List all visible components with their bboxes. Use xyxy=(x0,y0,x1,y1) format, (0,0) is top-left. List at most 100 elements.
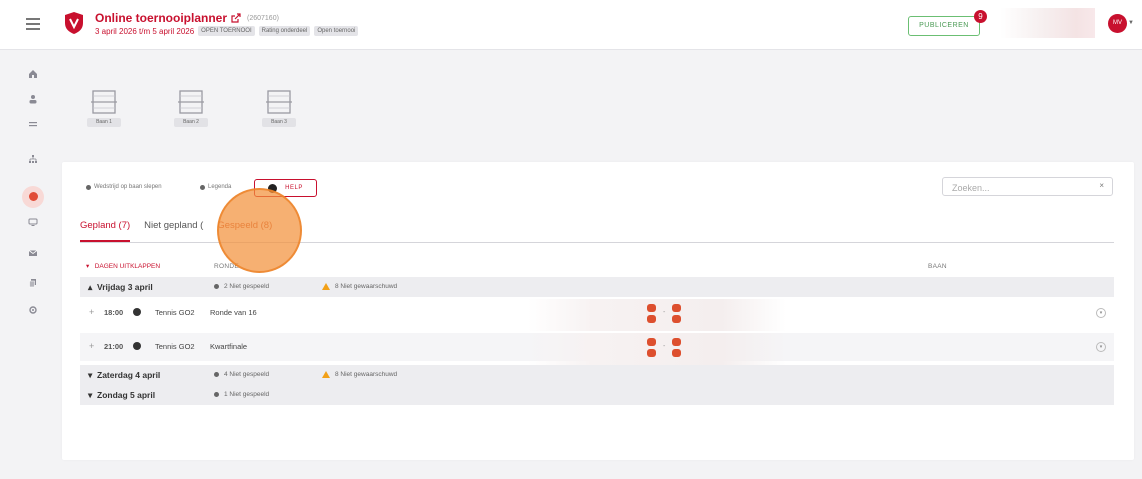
drag-match-label: Wedstrijd op baan slepen xyxy=(94,184,162,190)
court-2[interactable]: Baan 2 xyxy=(174,90,208,134)
match-time: 18:00 xyxy=(104,308,124,317)
player-marker xyxy=(647,349,656,357)
status-dot-icon xyxy=(214,284,219,289)
player-marker xyxy=(647,304,656,312)
vs-separator: - xyxy=(663,309,666,316)
external-link-icon[interactable] xyxy=(231,13,241,23)
redacted-players xyxy=(528,333,786,365)
not-played-stat: 2 Niet gespeeld xyxy=(214,283,269,290)
search-input[interactable] xyxy=(943,179,1083,197)
drag-handle-icon[interactable]: + xyxy=(89,341,94,351)
court-icon xyxy=(178,90,204,114)
day-label: ▾ Zondag 5 april xyxy=(88,390,156,400)
monitor-icon[interactable] xyxy=(27,217,39,229)
chevron-down-icon[interactable]: ▼ xyxy=(1128,20,1134,26)
legend-link[interactable]: Legenda xyxy=(200,184,231,190)
search-box: × xyxy=(942,177,1113,197)
info-icon[interactable] xyxy=(133,342,141,350)
column-header-round: RONDE xyxy=(214,263,239,270)
player-marker xyxy=(672,315,681,323)
day-row-friday[interactable]: ▴ Vrijdag 3 april 2 Niet gespeeld 8 Niet… xyxy=(80,277,1114,297)
tournament-dates: 3 april 2026 t/m 5 april 2026 xyxy=(95,26,195,36)
legend-label: Legenda xyxy=(208,184,232,190)
publish-button[interactable]: PUBLICEREN xyxy=(908,16,980,36)
settings-icon[interactable] xyxy=(27,305,39,317)
documents-icon[interactable] xyxy=(27,278,39,290)
drag-match-hint[interactable]: Wedstrijd op baan slepen xyxy=(86,184,162,190)
info-icon xyxy=(200,184,205,190)
match-round: Ronde van 16 xyxy=(210,308,257,317)
match-row[interactable]: + 18:00 Tennis GO2 Ronde van 16 - ▾ xyxy=(80,299,1114,331)
shield-logo-icon xyxy=(65,12,83,34)
status-dot-icon xyxy=(214,392,219,397)
player-marker xyxy=(672,304,681,312)
tournament-title-row: Online toernooiplanner (2607160) xyxy=(95,11,279,25)
court-3[interactable]: Baan 3 xyxy=(262,90,296,134)
warning-stat: 8 Niet gewaarschuwd xyxy=(322,371,397,378)
status-dot-icon xyxy=(214,372,219,377)
warning-stat: 8 Niet gewaarschuwd xyxy=(322,283,397,290)
home-icon[interactable] xyxy=(27,69,39,81)
help-label: HELP xyxy=(285,185,303,191)
court-label: Baan 2 xyxy=(174,118,208,127)
tab-played[interactable]: Gespeeld (8) xyxy=(217,220,272,242)
day-row-sunday[interactable]: ▾ Zondag 5 april 1 Niet gespeeld xyxy=(80,385,1114,405)
tab-not-planned[interactable]: Niet gepland ( xyxy=(144,220,203,242)
schedule-card: Wedstrijd op baan slepen Legenda HELP × … xyxy=(62,162,1134,460)
player-marker xyxy=(647,338,656,346)
info-icon xyxy=(86,184,91,190)
tag-rating: Rating onderdeel xyxy=(258,26,311,36)
help-button[interactable]: HELP xyxy=(254,179,317,197)
player-marker xyxy=(672,349,681,357)
clear-search-icon[interactable]: × xyxy=(1099,181,1104,190)
court-label: Baan 1 xyxy=(87,118,121,127)
tag-open-tournament: OPEN TOERNOOI xyxy=(198,26,255,36)
redacted-players xyxy=(528,299,786,331)
court-select[interactable]: ▾ xyxy=(786,299,1114,327)
menu-icon[interactable] xyxy=(26,18,40,30)
chevron-down-icon: ▾ xyxy=(1096,308,1106,318)
vs-separator: - xyxy=(663,343,666,350)
mail-icon[interactable] xyxy=(27,248,39,260)
schedule-icon[interactable] xyxy=(29,192,38,201)
match-round: Kwartfinale xyxy=(210,342,248,351)
redacted-user-area xyxy=(1000,8,1095,38)
column-header-court: BAAN xyxy=(928,263,947,270)
match-category: Tennis GO2 xyxy=(155,342,195,351)
tabs-divider xyxy=(80,242,1114,243)
question-icon xyxy=(268,183,278,193)
expand-days-link[interactable]: ▾ DAGEN UITKLAPPEN xyxy=(86,262,160,270)
court-1[interactable]: Baan 1 xyxy=(87,90,121,134)
player-marker xyxy=(672,338,681,346)
chevron-down-icon: ▾ xyxy=(1096,342,1106,352)
hierarchy-icon[interactable] xyxy=(27,154,39,166)
users-icon[interactable] xyxy=(27,94,39,106)
tournament-subtitle: 3 april 2026 t/m 5 april 2026 OPEN TOERN… xyxy=(95,26,359,36)
app-title[interactable]: Online toernooiplanner xyxy=(95,11,227,25)
schedule-tabs: Gepland (7) Niet gepland ( Gespeeld (8) xyxy=(80,220,272,242)
list-icon[interactable] xyxy=(27,119,39,131)
court-icon xyxy=(91,90,117,114)
day-row-saturday[interactable]: ▾ Zaterdag 4 april 4 Niet gespeeld 8 Nie… xyxy=(80,365,1114,385)
expand-days-label: DAGEN UITKLAPPEN xyxy=(94,263,161,270)
tournament-id: (2607160) xyxy=(247,14,279,22)
tab-planned[interactable]: Gepland (7) xyxy=(80,220,131,242)
court-select[interactable]: ▾ xyxy=(786,333,1114,361)
warning-icon xyxy=(322,371,330,378)
not-played-stat: 1 Niet gespeeld xyxy=(214,391,269,398)
top-header: Online toernooiplanner (2607160) 3 april… xyxy=(0,0,1142,50)
drag-handle-icon[interactable]: + xyxy=(89,307,94,317)
warning-icon xyxy=(322,283,330,290)
court-label: Baan 3 xyxy=(262,118,296,127)
tag-open: Open toernooi xyxy=(314,26,359,36)
player-marker xyxy=(647,315,656,323)
publish-count-badge: 9 xyxy=(974,10,987,23)
day-label: ▾ Zaterdag 4 april xyxy=(88,370,161,380)
court-icon xyxy=(266,90,292,114)
not-played-stat: 4 Niet gespeeld xyxy=(214,371,269,378)
day-label: ▴ Vrijdag 3 april xyxy=(88,282,153,292)
match-category: Tennis GO2 xyxy=(155,308,195,317)
match-row[interactable]: + 21:00 Tennis GO2 Kwartfinale - ▾ xyxy=(80,333,1114,365)
info-icon[interactable] xyxy=(133,308,141,316)
avatar[interactable]: MV xyxy=(1108,14,1127,33)
